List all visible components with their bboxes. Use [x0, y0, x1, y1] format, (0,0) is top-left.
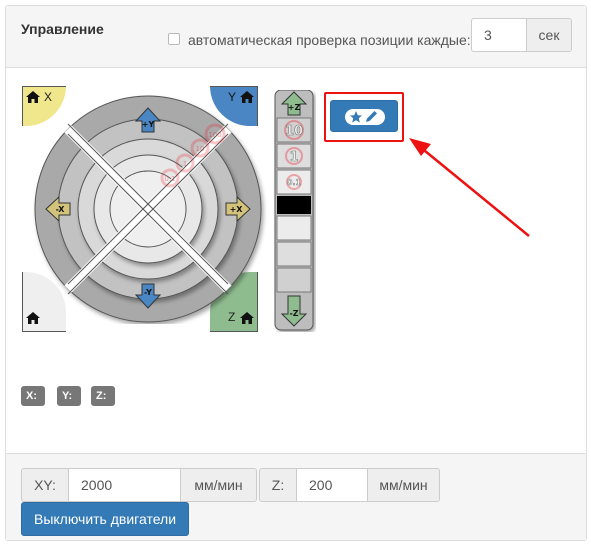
motors-off-button[interactable]: Выключить двигатели — [21, 502, 189, 536]
plus-z-label: +Z — [288, 103, 301, 112]
panel-title: Управление — [21, 21, 104, 37]
auto-check-checkbox[interactable] — [168, 33, 180, 45]
position-z-label: Z: — [91, 386, 115, 406]
xy-feedrate-label: XY: — [21, 468, 69, 502]
edit-button-pill — [345, 109, 385, 125]
pencil-icon — [366, 111, 377, 122]
minus-x-label: -X — [56, 205, 66, 214]
interval-input[interactable] — [471, 18, 527, 52]
minus-y-label: -Y — [144, 288, 152, 297]
z-feedrate-input[interactable] — [297, 468, 367, 502]
xy-feedrate-input[interactable] — [69, 468, 180, 502]
z-step-label: 10 — [285, 124, 303, 139]
xy-feedrate-group: XY: мм/мин — [21, 468, 257, 502]
edit-custom-controls-button[interactable] — [330, 100, 398, 132]
star-icon — [350, 111, 362, 123]
z-feedrate-group: Z: мм/мин — [259, 468, 440, 502]
annotation-arrow — [409, 138, 530, 237]
plus-y-label: +Y — [142, 120, 155, 129]
auto-check-label: автоматическая проверка позиции каждые: — [188, 32, 471, 48]
jog-control: X Y Z 0.1 1 10 100 +Y -Y -X +X 10 1 0.1 … — [22, 86, 316, 332]
interval-unit: сек — [526, 18, 572, 52]
xy-step-label: 10 — [196, 145, 205, 153]
panel-header: Управление автоматическая проверка позиц… — [6, 6, 586, 68]
position-x-label: X: — [21, 386, 45, 406]
z-step-label: 1 — [289, 150, 298, 165]
xy-jog-rings[interactable]: 0.1 1 10 100 +Y -Y -X +X — [30, 94, 270, 324]
z-center-band — [277, 196, 311, 214]
xy-step-label: 1 — [183, 160, 187, 168]
minus-z-label: -Z — [289, 309, 298, 318]
z-feedrate-label: Z: — [259, 468, 297, 502]
plus-x-label: +X — [230, 205, 244, 214]
position-y-label: Y: — [57, 386, 81, 406]
z-step-label: 0.1 — [287, 178, 302, 187]
xy-feedrate-unit: мм/мин — [180, 468, 257, 502]
z-step-01-down[interactable] — [276, 215, 312, 241]
z-feedrate-unit: мм/мин — [367, 468, 440, 502]
edit-button-highlight — [324, 92, 404, 142]
z-step-10-down[interactable] — [276, 267, 312, 293]
z-step-1-down[interactable] — [276, 241, 312, 267]
control-panel: Управление автоматическая проверка позиц… — [5, 5, 587, 541]
xy-step-label: 0.1 — [164, 175, 175, 183]
z-jog-column[interactable]: 10 1 0.1 +Z -Z — [272, 90, 316, 332]
xy-step-label: 100 — [208, 131, 221, 139]
panel-footer: XY: мм/мин Z: мм/мин Выключить двигатели — [6, 453, 586, 540]
